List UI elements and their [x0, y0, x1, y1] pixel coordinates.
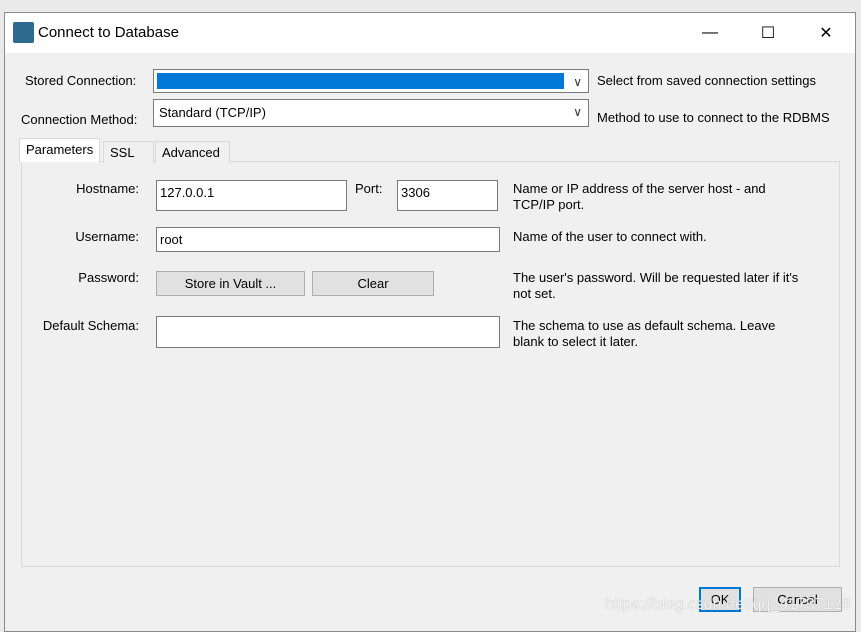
mysql-workbench-icon [13, 22, 34, 43]
stored-connection-label: Stored Connection: [25, 73, 137, 88]
selection-highlight [157, 73, 564, 89]
port-input[interactable]: 3306 [397, 180, 498, 211]
maximize-button[interactable]: ☐ [739, 13, 797, 53]
minimize-icon: — [702, 24, 718, 41]
chevron-down-icon: ∨ [573, 105, 582, 119]
stored-connection-hint: Select from saved connection settings [597, 73, 816, 88]
maximize-icon: ☐ [760, 25, 776, 42]
default-schema-hint: The schema to use as default schema. Lea… [513, 318, 776, 349]
watermark: https://blog.csdn.net/qq_41737128 [605, 596, 851, 613]
connection-method-dropdown[interactable]: Standard (TCP/IP) ∨ [153, 99, 589, 127]
username-label: Username: [75, 229, 139, 244]
password-label: Password: [78, 270, 139, 285]
dialog-window: Connect to Database — ☐ ✕ Stored Connect… [4, 12, 856, 632]
parameters-panel [21, 161, 840, 567]
title-bar: Connect to Database — ☐ ✕ [5, 13, 855, 53]
hostname-label: Hostname: [76, 181, 139, 196]
tab-advanced[interactable]: Advanced [155, 141, 230, 163]
default-schema-label: Default Schema: [42, 318, 139, 333]
username-input[interactable]: root [156, 227, 500, 252]
clear-password-button[interactable]: Clear [312, 271, 434, 296]
username-hint: Name of the user to connect with. [513, 229, 707, 244]
hostname-hint: Name or IP address of the server host - … [513, 181, 766, 212]
window-title: Connect to Database [38, 24, 179, 41]
port-label: Port: [355, 181, 383, 196]
connection-method-label: Connection Method: [21, 112, 138, 127]
password-hint: The user's password. Will be requested l… [513, 270, 799, 301]
store-in-vault-button[interactable]: Store in Vault ... [156, 271, 305, 296]
stored-connection-dropdown[interactable]: ∨ [153, 69, 589, 93]
close-button[interactable]: ✕ [797, 13, 855, 53]
chevron-down-icon: ∨ [573, 75, 582, 89]
close-icon: ✕ [819, 25, 833, 42]
default-schema-input[interactable] [156, 316, 500, 348]
connection-method-hint: Method to use to connect to the RDBMS [597, 110, 830, 125]
minimize-button[interactable]: — [681, 13, 739, 53]
connection-method-value: Standard (TCP/IP) [159, 105, 266, 120]
tab-ssl[interactable]: SSL [103, 141, 154, 163]
tab-parameters[interactable]: Parameters [19, 138, 101, 162]
hostname-input[interactable]: 127.0.0.1 [156, 180, 347, 211]
